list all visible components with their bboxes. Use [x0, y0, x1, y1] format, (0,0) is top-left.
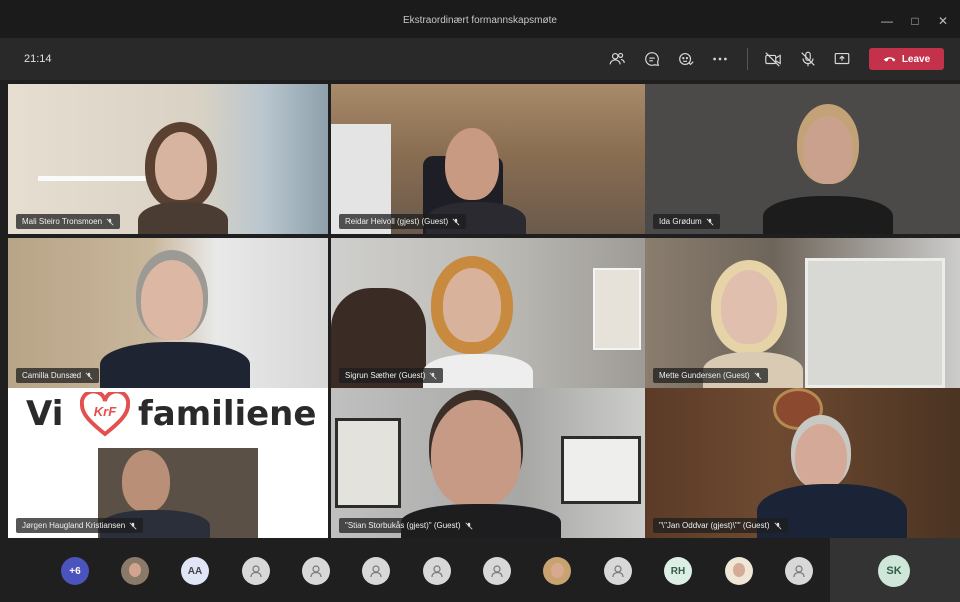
video-tile[interactable]: Ida Grødum	[645, 84, 960, 234]
ceiling-light	[38, 176, 148, 181]
participant-head	[795, 424, 847, 490]
mic-off-icon	[430, 372, 437, 379]
reactions-icon[interactable]	[676, 49, 696, 69]
mic-off-icon	[465, 522, 472, 529]
participant-avatar[interactable]	[604, 557, 632, 585]
participant-name-tag: Camilla Dunsæd	[16, 368, 100, 383]
participant-avatar[interactable]	[302, 557, 330, 585]
participant-avatar[interactable]	[725, 557, 753, 585]
cabinet-background	[805, 258, 945, 388]
participant-head	[431, 400, 521, 508]
participant-head	[721, 270, 777, 344]
participant-body	[138, 202, 228, 234]
phone-hangup-icon	[883, 57, 896, 62]
banner-familiene: familiene	[138, 394, 317, 434]
mic-off-icon	[106, 218, 114, 225]
participant-name-tag: Sigrun Sæther (Guest)	[339, 368, 444, 383]
video-tile[interactable]: Camilla Dunsæd	[8, 238, 328, 388]
video-tile[interactable]: Sigrun Sæther (Guest)	[331, 238, 651, 388]
leave-label: Leave	[901, 53, 931, 65]
video-tile[interactable]: "Stian Storbukås (gjest)" (Guest)	[331, 388, 651, 538]
toolbar-divider	[747, 48, 748, 70]
participant-body	[763, 196, 893, 234]
participant-name-tag: Mali Steiro Tronsmoen	[16, 214, 121, 229]
person-icon	[612, 565, 624, 578]
person-icon	[431, 565, 443, 578]
more-participants-button[interactable]: +6	[61, 557, 89, 585]
participant-name-tag: Ida Grødum	[653, 214, 720, 229]
mic-off-icon	[774, 522, 781, 529]
video-tile[interactable]: Mette Gundersen (Guest)	[645, 238, 960, 388]
camera-off-icon[interactable]	[763, 49, 783, 69]
participant-head	[445, 128, 499, 200]
participant-avatar[interactable]: RH	[664, 557, 692, 585]
more-icon[interactable]	[710, 49, 730, 69]
meeting-toolbar: 21:14	[0, 38, 960, 80]
participant-avatar[interactable]	[121, 557, 149, 585]
mic-off-icon	[452, 218, 460, 225]
participant-name: Mette Gundersen (Guest)	[659, 371, 750, 380]
mic-off-icon[interactable]	[798, 49, 818, 69]
wall-picture	[593, 268, 641, 350]
person-icon	[491, 565, 503, 578]
participant-name: Jørgen Haugland Kristiansen	[22, 521, 126, 530]
share-icon[interactable]	[832, 49, 852, 69]
video-tile[interactable]: "\"Jan Oddvar (gjest)\"" (Guest)	[645, 388, 960, 538]
participant-avatar[interactable]	[362, 557, 390, 585]
participant-avatar[interactable]: AA	[181, 557, 209, 585]
banner-vi: Vi	[26, 394, 64, 434]
participant-name: Sigrun Sæther (Guest)	[345, 371, 426, 380]
participant-name-tag: "Stian Storbukås (gjest)" (Guest)	[339, 518, 479, 533]
chat-icon[interactable]	[642, 49, 662, 69]
participant-head	[443, 268, 501, 342]
meeting-clock: 21:14	[24, 53, 52, 65]
mic-off-icon	[85, 372, 93, 379]
participant-tray: +6 AA RH SK	[0, 538, 960, 602]
wall-picture	[561, 436, 641, 504]
krf-logo: KrF	[79, 389, 131, 438]
video-tile[interactable]: Vi KrF familiene Jørgen Haugland Kristia…	[8, 388, 328, 538]
person-icon	[250, 565, 262, 578]
mic-off-icon	[129, 522, 137, 529]
title-bar: Ekstraordinært formannskapsmøte — □ ✕	[0, 0, 960, 38]
participant-name: Reidar Heivoll (gjest) (Guest)	[345, 217, 449, 226]
participant-avatar[interactable]	[785, 557, 813, 585]
mic-off-icon	[706, 218, 714, 225]
person-icon	[310, 565, 322, 578]
participant-avatar[interactable]	[423, 557, 451, 585]
participant-name: "Stian Storbukås (gjest)" (Guest)	[345, 521, 461, 530]
participant-name: Ida Grødum	[659, 217, 702, 226]
participant-name-tag: "\"Jan Oddvar (gjest)\"" (Guest)	[653, 518, 788, 533]
video-tile[interactable]: Reidar Heivoll (gjest) (Guest)	[331, 84, 651, 234]
video-tile[interactable]: Mali Steiro Tronsmoen	[8, 84, 328, 234]
participant-avatar[interactable]	[483, 557, 511, 585]
participant-head	[141, 260, 203, 340]
self-avatar: SK	[878, 555, 910, 587]
participant-name-tag: Jørgen Haugland Kristiansen	[16, 518, 144, 533]
participant-head	[122, 450, 170, 512]
people-icon[interactable]	[607, 49, 627, 69]
person-icon	[793, 565, 805, 578]
maximize-icon[interactable]: □	[906, 12, 924, 30]
mic-off-icon	[754, 372, 762, 379]
minimize-icon[interactable]: —	[878, 12, 896, 30]
wall-picture	[335, 418, 401, 508]
participant-name: "\"Jan Oddvar (gjest)\"" (Guest)	[659, 521, 770, 530]
participant-name: Camilla Dunsæd	[22, 371, 82, 380]
self-view[interactable]: SK	[830, 538, 960, 602]
participant-avatar[interactable]	[242, 557, 270, 585]
person-icon	[370, 565, 382, 578]
leave-button[interactable]: Leave	[869, 48, 944, 70]
participant-avatar[interactable]	[543, 557, 571, 585]
close-icon[interactable]: ✕	[934, 12, 952, 30]
window-title: Ekstraordinært formannskapsmøte	[403, 15, 557, 26]
participant-name-tag: Mette Gundersen (Guest)	[653, 368, 768, 383]
participant-head	[803, 116, 853, 184]
participant-name: Mali Steiro Tronsmoen	[22, 217, 103, 226]
participant-name-tag: Reidar Heivoll (gjest) (Guest)	[339, 214, 467, 229]
participant-head	[155, 132, 207, 200]
participant-body	[100, 342, 250, 388]
